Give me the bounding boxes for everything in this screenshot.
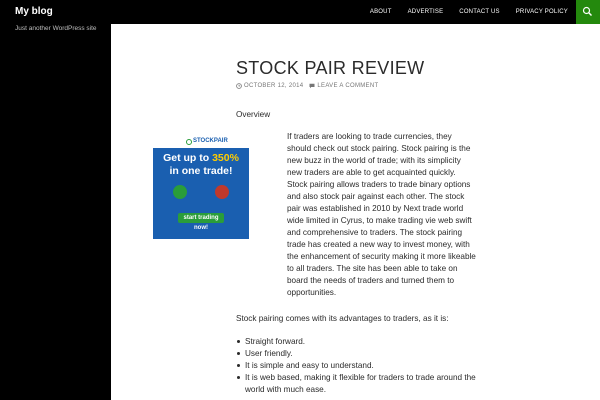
bullet-icon (237, 340, 240, 343)
list-item: It is web based, making it flexible for … (236, 372, 476, 396)
advantages-list: Straight forward. User friendly. It is s… (236, 336, 476, 396)
nav-item-privacy-policy[interactable]: PRIVACY POLICY (508, 0, 576, 24)
ad-subheadline: in one trade! (169, 165, 233, 177)
list-item-text: It is web based, making it flexible for … (245, 373, 476, 394)
list-item: Straight forward. (236, 336, 476, 348)
intro-paragraph: If traders are looking to trade currenci… (287, 132, 476, 297)
bullet-icon (237, 364, 240, 367)
list-item-text: User friendly. (245, 349, 293, 358)
post-date-label: OCTOBER 12, 2014 (244, 83, 304, 89)
bullet-icon (237, 376, 240, 379)
overview-heading: Overview (236, 110, 271, 119)
list-item: User friendly. (236, 348, 476, 360)
ad-brand: STOCKPAIR (193, 138, 228, 144)
post-meta: OCTOBER 12, 2014 LEAVE A COMMENT (236, 83, 384, 89)
list-item: It is simple and easy to understand. (236, 360, 476, 372)
nav-item-advertise[interactable]: ADVERTISE (400, 0, 452, 24)
site-tagline: Just another WordPress site (15, 25, 97, 32)
ad-headline-text: Get up to (163, 152, 213, 164)
up-arrow-icon (173, 185, 187, 199)
post-date[interactable]: OCTOBER 12, 2014 (236, 83, 303, 89)
list-item-text: Straight forward. (245, 337, 306, 346)
nav-item-contact-us[interactable]: CONTACT US (451, 0, 507, 24)
down-arrow-icon (215, 185, 229, 199)
ad-percent: 350% (212, 152, 239, 164)
leave-comment-label: LEAVE A COMMENT (317, 83, 379, 89)
nav-item-about[interactable]: ABOUT (362, 0, 400, 24)
top-bar: My blog ABOUT ADVERTISE CONTACT US PRIVA… (0, 0, 600, 24)
comment-icon (309, 83, 315, 89)
list-item-text: It is simple and easy to understand. (245, 361, 374, 370)
primary-nav: ABOUT ADVERTISE CONTACT US PRIVACY POLIC… (362, 0, 576, 24)
ad-cta-button[interactable]: start trading now! (178, 213, 224, 231)
post-title[interactable]: STOCK PAIR REVIEW (236, 58, 424, 79)
stockpair-ad-banner[interactable]: STOCKPAIR Get up to 350% in one trade! s… (153, 135, 249, 239)
main-content: STOCK PAIR REVIEW OCTOBER 12, 2014 LEAVE… (111, 24, 600, 400)
bullet-icon (237, 352, 240, 355)
stockpair-logo-icon (186, 139, 192, 145)
advantages-intro: Stock pairing comes with its advantages … (236, 314, 449, 323)
sidebar (0, 24, 111, 400)
search-icon (582, 6, 592, 16)
leave-comment-link[interactable]: LEAVE A COMMENT (309, 83, 378, 89)
search-button[interactable] (576, 0, 600, 24)
clock-icon (236, 83, 242, 89)
ad-headline: Get up to 350% (153, 152, 249, 164)
site-title[interactable]: My blog (15, 6, 53, 17)
